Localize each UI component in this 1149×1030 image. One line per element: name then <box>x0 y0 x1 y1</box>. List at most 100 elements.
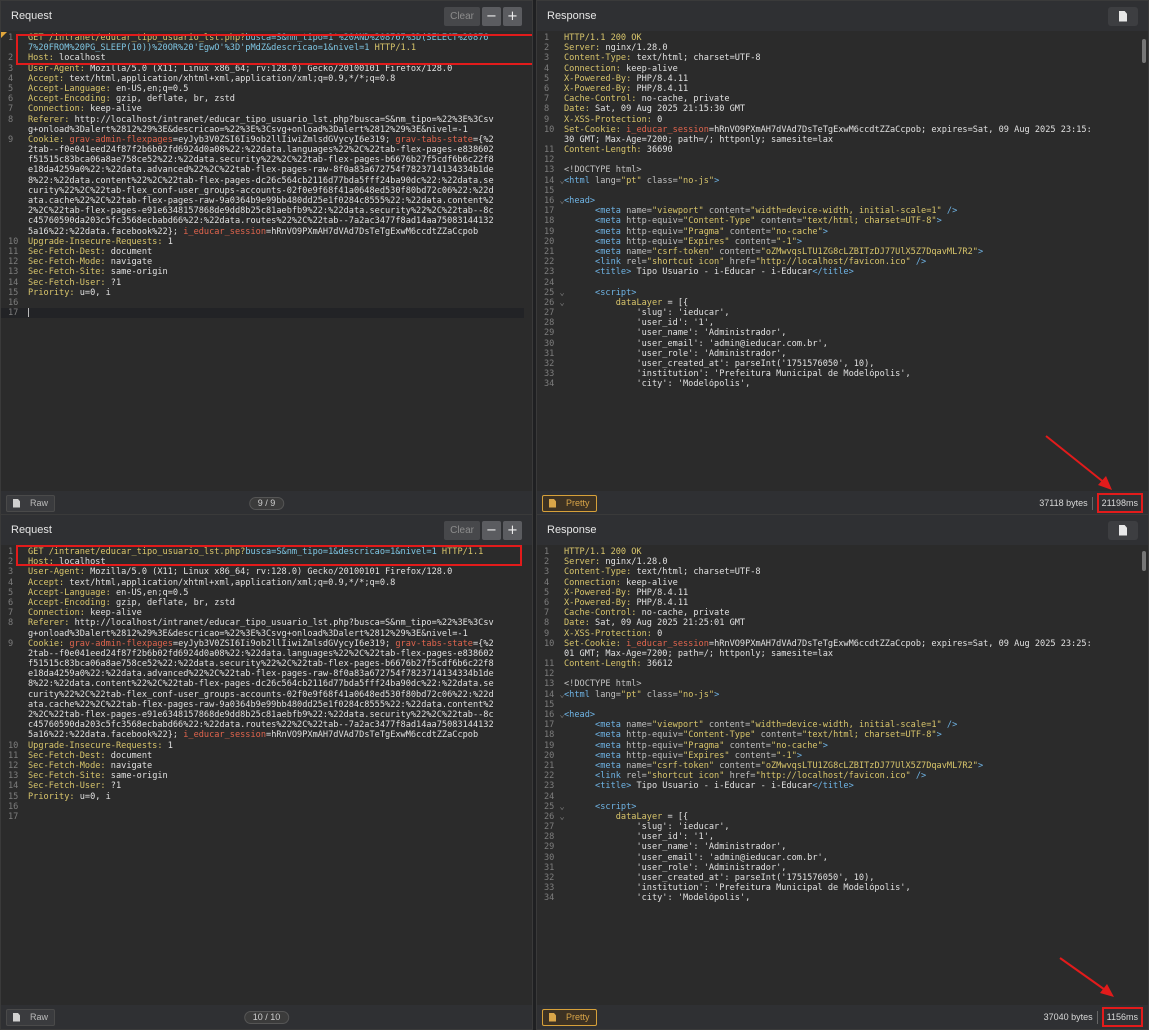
bottom-pretty-label: Pretty <box>566 1012 590 1022</box>
bottom-minus-button[interactable]: − <box>482 520 501 540</box>
bottom-plus-button[interactable]: + <box>503 520 522 540</box>
code-token: Mozilla/5.0 (X11; Linux x86_64; rv:128.0… <box>90 567 453 578</box>
top-request-pager[interactable]: 9 / 9 <box>248 496 285 510</box>
code-token: <title> <box>595 781 632 792</box>
line-text: Priority: u=0, i <box>28 288 524 298</box>
code-token: e18da4259a0%22:%22data.advanced%22%2C%22… <box>28 165 494 176</box>
line-text: 'user_created_at': parseInt('1751576050'… <box>564 359 1140 369</box>
bottom-copy-button[interactable] <box>1108 520 1138 540</box>
code-line: 7 Connection: keep-alive <box>1 104 524 114</box>
line-text: <head> <box>564 196 1140 206</box>
document-icon <box>1119 10 1127 22</box>
top-pretty-button[interactable]: Pretty <box>542 494 597 512</box>
line-number <box>537 649 564 659</box>
code-token: <head> <box>564 710 596 720</box>
line-number: 32 <box>544 359 555 369</box>
top-response-scrollbar[interactable] <box>1142 39 1146 63</box>
code-token: "csrf-token" <box>651 246 720 257</box>
top-clear-button[interactable]: Clear <box>444 6 480 26</box>
top-request-editor[interactable]: 1 GET /intranet/educar_tipo_usuario_lst.p… <box>1 33 524 319</box>
top-raw-button[interactable]: Raw <box>6 494 56 512</box>
code-token: > <box>977 760 984 771</box>
bottom-request-pager[interactable]: 10 / 10 <box>243 1010 290 1024</box>
code-token: 'slug': 'ieducar', <box>636 308 730 319</box>
bottom-clear-button[interactable]: Clear <box>444 520 480 540</box>
line-text <box>28 308 524 318</box>
line-text: Referer: http://localhost/intranet/educa… <box>28 618 524 628</box>
code-token: X-XSS-Protection: <box>564 628 658 639</box>
code-token: lang= <box>595 175 621 186</box>
line-number: 15 <box>8 287 19 298</box>
code-line: 5a16%22:%22data.facebook%22}; i_educar_s… <box>1 730 524 740</box>
line-number: 3 <box>544 53 550 64</box>
code-token: PHP/8.4.11 <box>636 83 689 94</box>
code-line: 6 Accept-Encoding: gzip, deflate, br, zst… <box>1 94 524 104</box>
line-text: <!DOCTYPE html> <box>564 165 1140 175</box>
code-token: 36690 <box>646 145 673 156</box>
bottom-response-header: Response <box>537 515 1148 545</box>
code-token: document <box>110 750 153 761</box>
bottom-pretty-button[interactable]: Pretty <box>542 1008 597 1026</box>
line-number: 6 <box>544 83 550 94</box>
code-token: content= <box>760 216 803 227</box>
bottom-raw-button[interactable]: Raw <box>6 1008 56 1026</box>
top-plus-button[interactable]: + <box>503 6 522 26</box>
code-token: Accept-Language: <box>28 83 116 94</box>
code-token: 01 GMT; Max-Age=7200; path=/; httponly; … <box>564 648 834 659</box>
line-text: X-Powered-By: PHP/8.4.11 <box>564 598 1140 608</box>
document-icon <box>13 498 20 508</box>
code-line: 2 Server: nginx/1.28.0 <box>537 557 1140 567</box>
code-token: Content-Type: <box>564 567 637 578</box>
code-token: "viewport" <box>651 720 709 731</box>
bottom-response-scrollbar[interactable] <box>1142 551 1146 571</box>
line-text: Sec-Fetch-Mode: navigate <box>28 257 524 267</box>
line-number: 28 <box>544 318 555 329</box>
code-line: 29 'user_name': 'Administrador', <box>537 328 1140 338</box>
code-line: 31 'user_role': 'Administrador', <box>537 349 1140 359</box>
code-token: =eyJyb3V0ZSI6Ii9ob2llIiwiZmlsdGVycyI6e31… <box>172 134 396 145</box>
line-number <box>1 710 28 720</box>
line-number: 9 <box>8 134 14 145</box>
code-line: ata.cache%22%2C%22tab-flex-pages-raw-9a0… <box>1 196 524 206</box>
top-copy-button[interactable] <box>1108 6 1138 26</box>
top-request-footer: Raw 9 / 9 <box>1 491 532 515</box>
line-number: 12 <box>8 760 19 771</box>
code-line: 15 <box>537 186 1140 196</box>
code-line: curity%22%2C%22tab-flex_conf-user_groups… <box>1 186 524 196</box>
line-text: <script> <box>564 288 1140 298</box>
bottom-request-header: Request Clear − + <box>1 515 532 545</box>
code-token: "no-js" <box>677 175 715 186</box>
line-text: e18da4259a0%22:%22data.advanced%22%2C%22… <box>28 165 524 175</box>
code-token: rel= <box>626 771 647 782</box>
line-text: <meta http-equiv="Expires" content="-1"> <box>564 237 1140 247</box>
line-text: <head> <box>564 710 1140 720</box>
code-token: /> <box>946 720 958 731</box>
line-text: User-Agent: Mozilla/5.0 (X11; Linux x86_… <box>28 64 524 74</box>
code-line: 24 <box>537 278 1140 288</box>
line-number <box>537 135 564 145</box>
top-minus-button[interactable]: − <box>482 6 501 26</box>
code-token: content= <box>719 760 761 771</box>
code-line: 9 Cookie: grav-admin-flexpages=eyJyb3V0ZS… <box>1 639 524 649</box>
line-number: 2 <box>544 557 550 568</box>
line-text <box>28 812 524 822</box>
code-token: dataLayer <box>615 297 663 308</box>
code-token: 'user_id': '1', <box>636 832 715 843</box>
line-text: 'user_name': 'Administrador', <box>564 842 1140 852</box>
code-token: "no-cache" <box>771 740 823 751</box>
code-line: 13 <!DOCTYPE html> <box>537 165 1140 175</box>
line-number: 22 <box>544 257 555 268</box>
line-number: 7 <box>544 94 550 105</box>
bottom-request-editor[interactable]: 1 GET /intranet/educar_tipo_usuario_lst.p… <box>1 547 524 822</box>
code-line: f51515c83bca06a8ae758ce52%22:%22data.sec… <box>1 659 524 669</box>
code-line: 23 <title> Tipo Usuario - i-Educar - i-E… <box>537 267 1140 277</box>
code-line: 17 <box>1 812 524 822</box>
code-line: 20 <meta http-equiv="Expires" content="-… <box>537 751 1140 761</box>
code-token: c45760590da203c5fc3568ecbabd66%22:%22dat… <box>28 216 494 227</box>
line-text: 8%22:%22data.content%22%2C%22tab-flex-pa… <box>28 176 524 186</box>
code-line: 7 Cache-Control: no-cache, private <box>537 608 1140 618</box>
